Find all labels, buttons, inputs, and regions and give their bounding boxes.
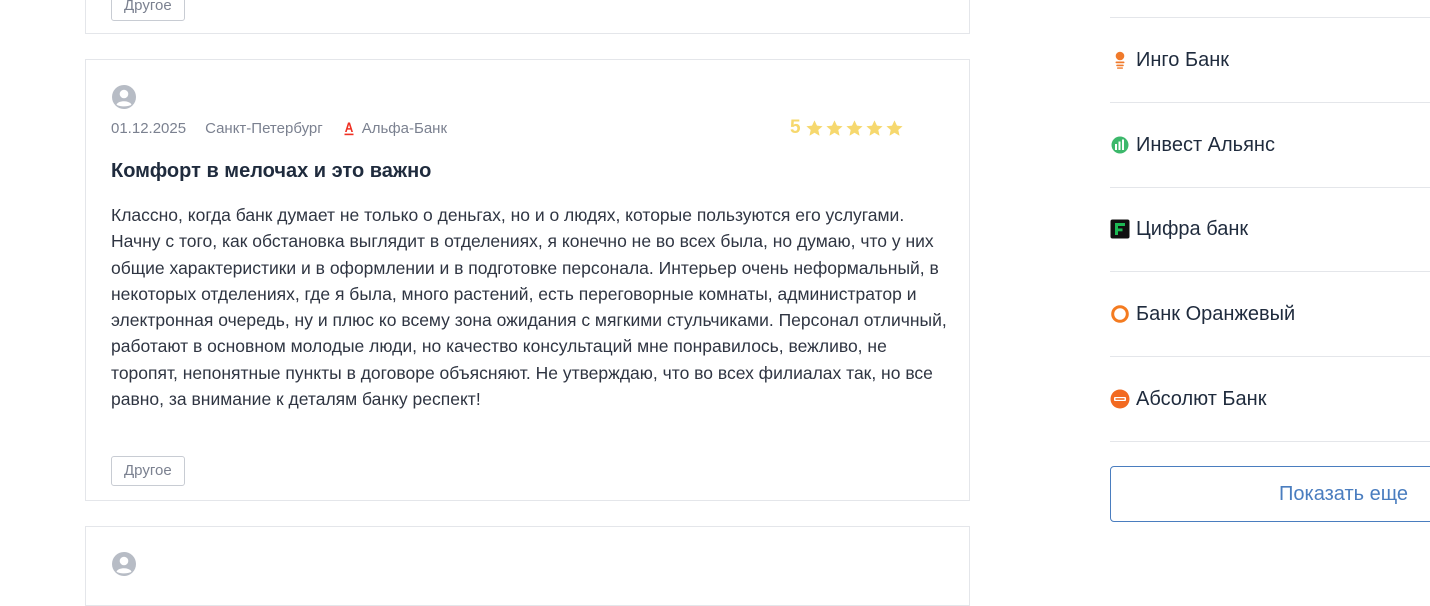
sidebar-item-absolut-bank[interactable]: Абсолют Банк [1110,379,1430,419]
sidebar-item-label: Инвест Альянс [1136,133,1275,156]
bank-oranzhevyy-logo-icon [1111,305,1129,323]
review-title[interactable]: Комфорт в мелочах и это важно [111,160,431,183]
star-icon [866,119,883,136]
divider [1110,356,1430,357]
review-bank[interactable]: Альфа-Банк [343,120,447,137]
review-card: 01.12.2025 Санкт-Петербург Альфа-Банк 5 … [85,59,970,501]
sidebar-item-label: Цифра банк [1136,217,1249,240]
sidebar-item-bank-oranzhevyy[interactable]: Банк Оранжевый [1110,294,1430,334]
show-more-label: Показать еще [1279,483,1409,505]
star-icon [846,119,863,136]
rating: 5 [790,116,905,140]
rating-value: 5 [790,117,801,138]
sidebar-item-cifra-bank[interactable]: Цифра банк [1110,209,1430,249]
sidebar-item-ingo-bank[interactable]: Инго Банк [1110,40,1430,80]
bank-name: Альфа-Банк [361,119,448,137]
sidebar-item-invest-alyans[interactable]: Инвест Альянс [1110,125,1430,165]
star-icon [826,119,843,136]
sidebar-item-label: Инго Банк [1136,48,1229,71]
category-tag[interactable]: Другое [111,0,185,21]
divider [1110,271,1430,272]
invest-alyans-logo-icon [1111,136,1129,154]
sidebar-item-label: Банк Оранжевый [1136,302,1296,325]
review-meta: 01.12.2025 Санкт-Петербург Альфа-Банк [111,118,447,138]
divider [1110,17,1430,18]
divider [1110,441,1430,442]
star-icon [886,119,903,136]
alfa-bank-logo-icon [344,122,354,135]
sidebar-item-label: Абсолют Банк [1136,387,1267,410]
review-card: Другое [85,0,970,34]
user-avatar-icon [112,85,136,109]
category-tag[interactable]: Другое [111,456,185,486]
review-text: Классно, когда банк думает не только о д… [111,205,947,410]
show-more-button[interactable]: Показать еще [1110,466,1430,522]
ingo-bank-logo-icon [1115,51,1125,69]
star-icon [806,119,823,136]
review-date: 01.12.2025 [111,119,187,137]
review-city: Санкт-Петербург [205,119,323,137]
user-avatar-icon [112,552,136,576]
divider [1110,102,1430,103]
divider [1110,187,1430,188]
absolut-bank-logo-icon [1110,389,1130,409]
review-card [85,526,970,606]
cifra-bank-logo-icon [1110,219,1130,239]
